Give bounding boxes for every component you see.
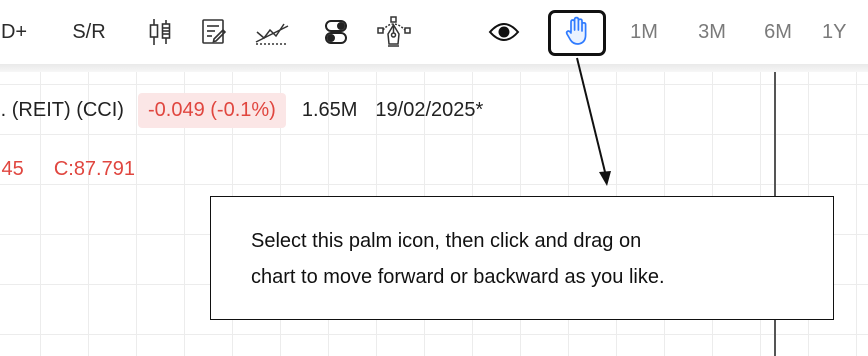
candlestick-icon <box>147 17 173 47</box>
range-3m-label: 3M <box>698 20 726 43</box>
callout-line-2: chart to move forward or backward as you… <box>251 266 665 288</box>
palm-hand-icon <box>564 16 590 51</box>
notes-button[interactable] <box>194 10 234 54</box>
ohlc-legend: ;45 C:87.791 <box>0 158 135 181</box>
trendline-button[interactable] <box>250 10 294 54</box>
instruction-callout: Select this palm icon, then click and dr… <box>210 196 834 320</box>
support-resistance-label: S/R <box>72 20 106 43</box>
chart-toolbar: D+ S/R 1M 3M 6M 1Y <box>0 0 868 72</box>
price-change-badge: -0.049 (-0.1%) <box>137 92 286 128</box>
drawing-tools-button[interactable] <box>372 10 416 54</box>
range-6m-label: 6M <box>764 20 792 43</box>
eye-icon <box>488 20 520 44</box>
range-3m-button[interactable]: 3M <box>690 10 734 54</box>
range-1m-button[interactable]: 1M <box>622 10 666 54</box>
drawing-pen-icon <box>377 16 411 48</box>
low-value-partial: ;45 <box>0 158 24 180</box>
visibility-button[interactable] <box>484 10 524 54</box>
security-name: ). (REIT) (CCI) <box>0 98 124 121</box>
range-1y-label: 1Y <box>822 20 847 43</box>
chart-legend: ). (REIT) (CCI) -0.049 (-0.1%) 1.65M 19/… <box>0 90 483 130</box>
range-1m-label: 1M <box>630 20 658 43</box>
range-1y-button[interactable]: 1Y <box>822 10 866 54</box>
toolbar-partial-label: D+ <box>0 20 28 43</box>
close-value: C:87.791 <box>53 158 135 180</box>
date-value: 19/02/2025* <box>375 98 484 121</box>
palm-pan-button[interactable] <box>548 10 606 56</box>
trendline-icon <box>254 18 290 46</box>
toggle-layers-icon <box>323 18 349 46</box>
volume-value: 1.65M <box>301 98 358 121</box>
toolbar-partial-button[interactable]: D+ <box>0 10 32 54</box>
support-resistance-button[interactable]: S/R <box>64 10 114 54</box>
notes-icon <box>201 18 227 46</box>
callout-line-1: Select this palm icon, then click and dr… <box>251 230 642 252</box>
range-6m-button[interactable]: 6M <box>756 10 800 54</box>
toggle-layers-button[interactable] <box>316 10 356 54</box>
candlestick-button[interactable] <box>140 10 180 54</box>
